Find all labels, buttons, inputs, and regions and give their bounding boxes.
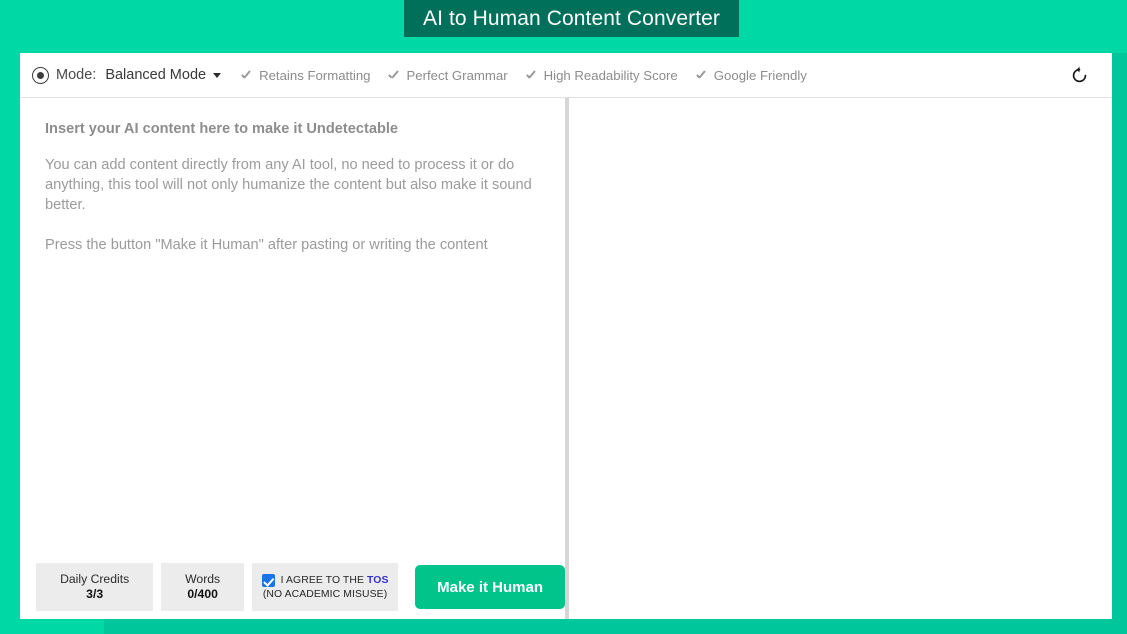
tos-label: I AGREE TO THE TOS — [281, 575, 389, 586]
words-label: Words — [185, 572, 221, 586]
editor-placeholder-heading: Insert your AI content here to make it U… — [45, 121, 399, 137]
app-card: Mode: Balanced Mode Retains Formatting P… — [20, 53, 1112, 619]
toolbar: Mode: Balanced Mode Retains Formatting P… — [20, 53, 1112, 98]
refresh-button[interactable] — [1066, 62, 1092, 88]
feature-label: Google Friendly — [713, 67, 807, 83]
feature-retains-formatting: Retains Formatting — [241, 68, 370, 83]
feature-google-friendly: Google Friendly — [696, 68, 807, 83]
mode-dropdown-value: Balanced Mode — [105, 67, 207, 83]
daily-credits-value: 3/3 — [86, 587, 104, 601]
editor-placeholder-instruction: Press the button "Make it Human" after p… — [45, 237, 488, 253]
input-editor[interactable]: Insert your AI content here to make it U… — [20, 98, 565, 555]
feature-perfect-grammar: Perfect Grammar — [388, 68, 507, 83]
tos-label-text: I AGREE TO THE — [280, 575, 365, 586]
words-value: 0/400 — [187, 587, 218, 601]
mode-dropdown[interactable]: Balanced Mode — [105, 67, 222, 83]
daily-credits-label: Daily Credits — [60, 572, 130, 586]
chevron-down-icon — [213, 72, 222, 78]
editor-placeholder-paragraph: You can add content directly from any AI… — [45, 157, 532, 213]
tos-box: I AGREE TO THE TOS (NO ACADEMIC MISUSE) — [251, 563, 399, 611]
panes: Insert your AI content here to make it U… — [20, 98, 1112, 619]
check-icon — [696, 69, 708, 81]
check-icon — [526, 69, 538, 81]
tos-link[interactable]: TOS — [367, 575, 388, 586]
tos-sublabel: (NO ACADEMIC MISUSE) — [262, 589, 388, 600]
radio-selected-icon — [32, 66, 49, 84]
feature-high-readability-score: High Readability Score — [526, 68, 678, 83]
footer-bar: Daily Credits 3/3 Words 0/400 I AGREE TO… — [20, 555, 565, 619]
tos-row: I AGREE TO THE TOS — [261, 574, 389, 587]
mode-group: Mode: Balanced Mode — [32, 66, 222, 84]
refresh-icon — [1072, 66, 1086, 82]
feature-label: High Readability Score — [543, 67, 678, 83]
tos-checkbox[interactable] — [261, 574, 275, 587]
page-title-banner: AI to Human Content Converter — [404, 0, 739, 37]
make-it-human-button[interactable]: Make it Human — [415, 565, 565, 609]
output-pane[interactable] — [569, 98, 1112, 619]
feature-label: Retains Formatting — [259, 67, 371, 83]
page-title: AI to Human Content Converter — [422, 6, 721, 30]
mode-label: Mode: — [56, 67, 97, 83]
feature-label: Perfect Grammar — [406, 67, 508, 83]
check-icon — [388, 69, 400, 81]
daily-credits-box: Daily Credits 3/3 — [36, 563, 154, 611]
check-icon — [241, 69, 253, 81]
words-box: Words 0/400 — [161, 563, 244, 611]
feature-list: Retains Formatting Perfect Grammar High … — [241, 68, 807, 83]
input-pane: Insert your AI content here to make it U… — [20, 98, 565, 619]
